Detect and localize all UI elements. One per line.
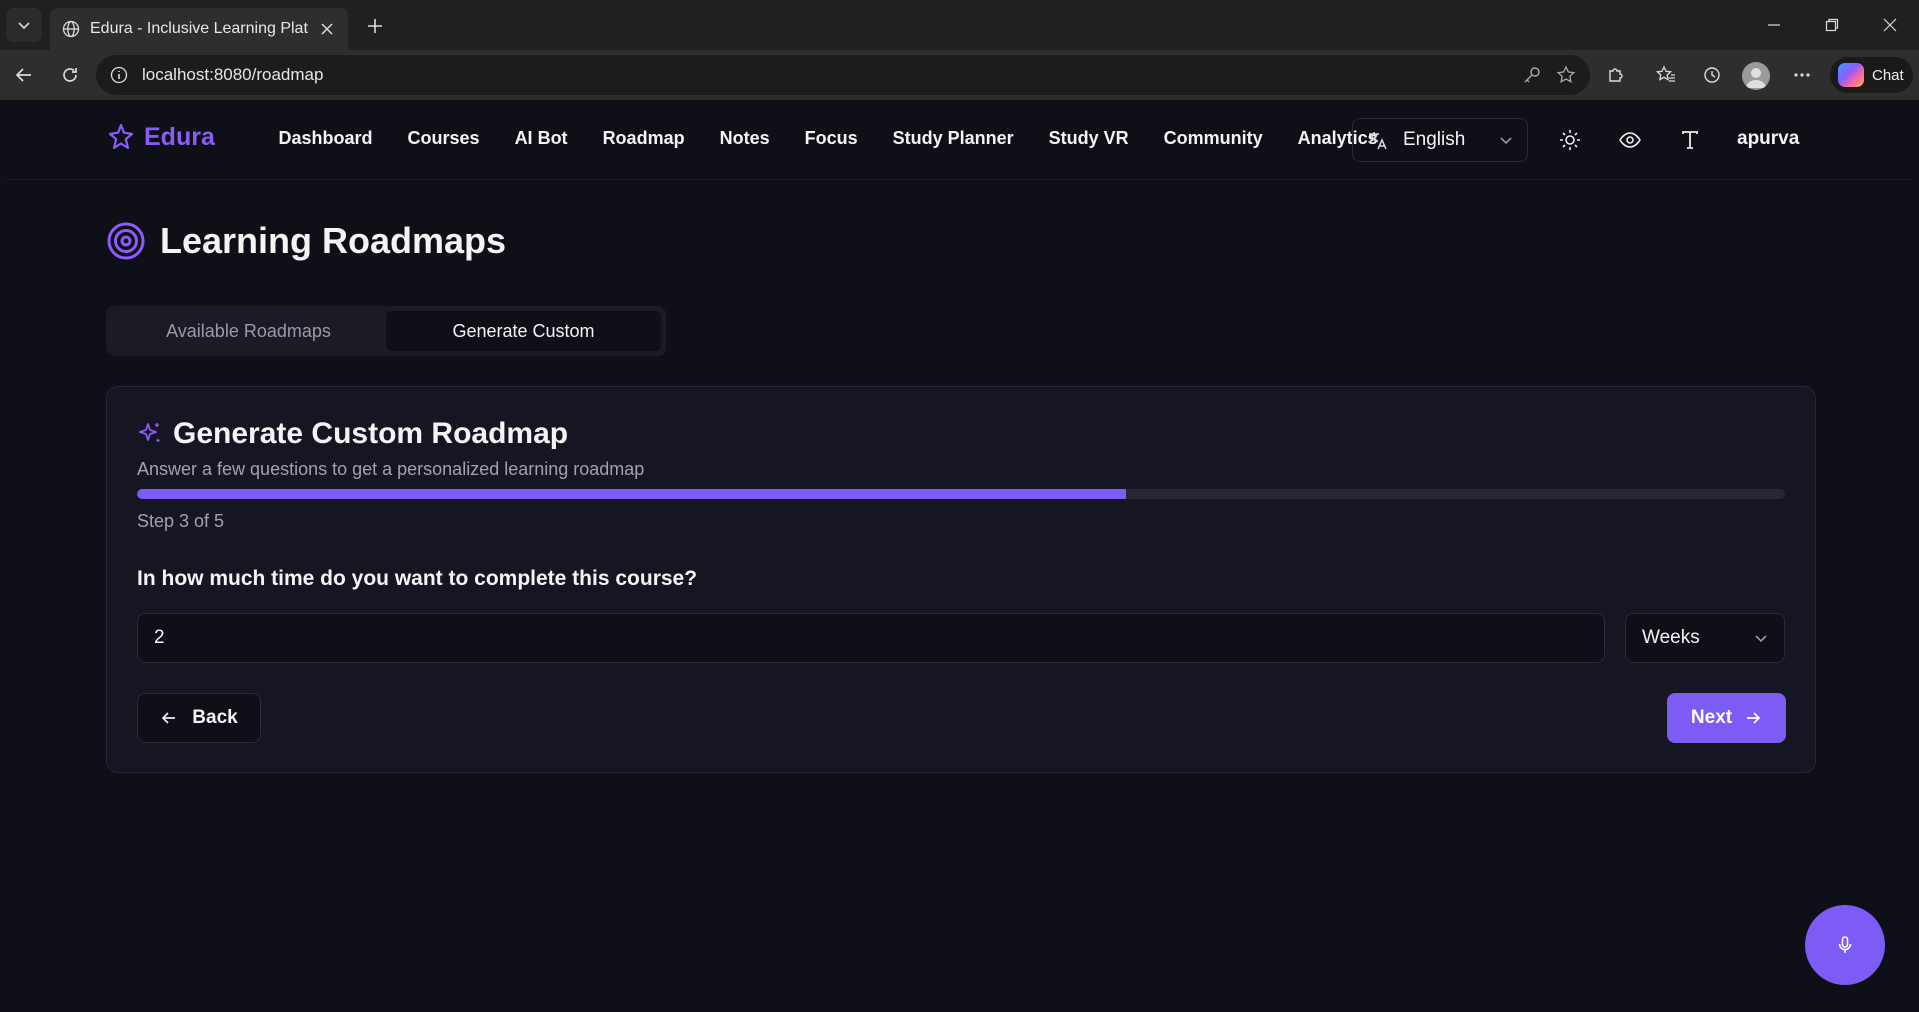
step-indicator: Step 3 of 5 [137, 511, 225, 531]
chevron-down-icon [1755, 635, 1767, 643]
copilot-chat-button[interactable]: Chat [1830, 57, 1913, 93]
page-title: Learning Roadmaps [160, 220, 507, 261]
browser-tabbar: Edura - Inclusive Learning Platform [0, 0, 1919, 50]
card-header: Generate Custom Roadmap [137, 417, 568, 451]
plus-icon [368, 19, 382, 33]
puzzle-icon [1609, 68, 1623, 82]
type-icon [1682, 131, 1698, 149]
page-header: Learning Roadmaps [106, 220, 506, 262]
reload-button[interactable] [54, 59, 86, 91]
browser-toolbar: localhost:8080/roadmap Chat [0, 50, 1919, 100]
next-button[interactable]: Next [1667, 693, 1786, 743]
time-unit-value: Weeks [1642, 627, 1700, 648]
progress-fill [137, 489, 1126, 499]
reload-icon [63, 68, 77, 82]
question-label: In how much time do you want to complete… [137, 567, 698, 590]
tab-available-roadmaps[interactable]: Available Roadmaps [111, 311, 386, 351]
card-title: Generate Custom Roadmap [173, 417, 569, 450]
user-name[interactable]: apurva [1737, 128, 1799, 150]
visibility-toggle-button[interactable] [1616, 126, 1644, 154]
tab-title: Edura - Inclusive Learning Platform [90, 20, 308, 37]
nav-study-vr[interactable]: Study VR [1031, 128, 1146, 149]
more-icon [1794, 73, 1810, 77]
voice-assistant-button[interactable] [1805, 905, 1885, 985]
url-text: localhost:8080/roadmap [142, 65, 324, 84]
extensions-button[interactable] [1600, 59, 1632, 91]
progress-bar [137, 489, 1785, 499]
more-options-button[interactable] [1786, 59, 1818, 91]
back-nav-button[interactable] [8, 59, 40, 91]
time-value-input[interactable] [137, 613, 1605, 663]
nav-dashboard[interactable]: Dashboard [261, 128, 390, 149]
star-icon[interactable] [1556, 65, 1576, 85]
chat-label: Chat [1872, 66, 1904, 84]
roadmap-tabs: Available Roadmaps Generate Custom [106, 306, 666, 356]
favorites-button[interactable] [1650, 59, 1682, 91]
close-window-button[interactable] [1861, 0, 1919, 50]
nav-courses[interactable]: Courses [390, 128, 497, 149]
microphone-icon [1838, 936, 1852, 953]
arrow-right-icon [1747, 712, 1761, 724]
target-icon [107, 222, 145, 260]
back-label: Back [192, 707, 238, 728]
theme-toggle-button[interactable] [1556, 126, 1584, 154]
time-unit-select[interactable]: Weeks [1625, 613, 1785, 663]
close-tab-icon[interactable] [318, 20, 336, 38]
language-select[interactable]: English [1352, 118, 1528, 162]
history-icon [1704, 67, 1720, 83]
key-icon[interactable] [1522, 65, 1542, 85]
tab-generate-custom[interactable]: Generate Custom [386, 311, 661, 351]
address-bar[interactable]: localhost:8080/roadmap [96, 55, 1590, 95]
chevron-down-icon [1500, 137, 1512, 145]
card-subtitle: Answer a few questions to get a personal… [137, 459, 645, 479]
window-controls [1745, 0, 1919, 50]
nav-study-planner[interactable]: Study Planner [875, 128, 1031, 149]
back-button[interactable]: Back [137, 693, 261, 743]
logo[interactable]: Edura [106, 122, 215, 152]
nav-community[interactable]: Community [1146, 128, 1280, 149]
sun-icon [1560, 130, 1580, 150]
globe-icon [62, 20, 80, 38]
app-root: Edura Dashboard Courses AI Bot Roadmap N… [6, 100, 1913, 1012]
top-navigation: Edura Dashboard Courses AI Bot Roadmap N… [6, 100, 1913, 180]
browser-tab[interactable]: Edura - Inclusive Learning Platform [50, 8, 348, 50]
nav-roadmap[interactable]: Roadmap [585, 128, 702, 149]
eye-icon [1619, 132, 1641, 148]
minimize-button[interactable] [1745, 0, 1803, 50]
favorites-icon [1656, 65, 1675, 82]
next-label: Next [1690, 707, 1733, 728]
info-icon [110, 66, 128, 84]
language-value: English [1403, 129, 1466, 150]
text-size-button[interactable] [1676, 126, 1704, 154]
arrow-left-icon [162, 712, 176, 724]
nav-focus[interactable]: Focus [787, 128, 875, 149]
sparkle-logo-icon [108, 123, 134, 150]
nav-links: Dashboard Courses AI Bot Roadmap Notes F… [261, 128, 1395, 149]
person-icon [1746, 68, 1766, 88]
history-button[interactable] [1696, 59, 1728, 91]
translate-icon [1369, 132, 1387, 150]
profile-avatar[interactable] [1742, 62, 1770, 90]
copilot-icon [1838, 63, 1864, 87]
sparkles-icon [139, 423, 160, 442]
restore-button[interactable] [1803, 0, 1861, 50]
arrow-left-icon [15, 68, 31, 82]
tab-list-button[interactable] [6, 8, 42, 42]
chevron-down-icon [18, 22, 30, 30]
generate-roadmap-card: Generate Custom Roadmap Answer a few que… [106, 386, 1816, 773]
nav-notes[interactable]: Notes [702, 128, 787, 149]
nav-ai-bot[interactable]: AI Bot [497, 128, 585, 149]
new-tab-button[interactable] [360, 12, 390, 40]
logo-text: Edura [144, 122, 215, 151]
